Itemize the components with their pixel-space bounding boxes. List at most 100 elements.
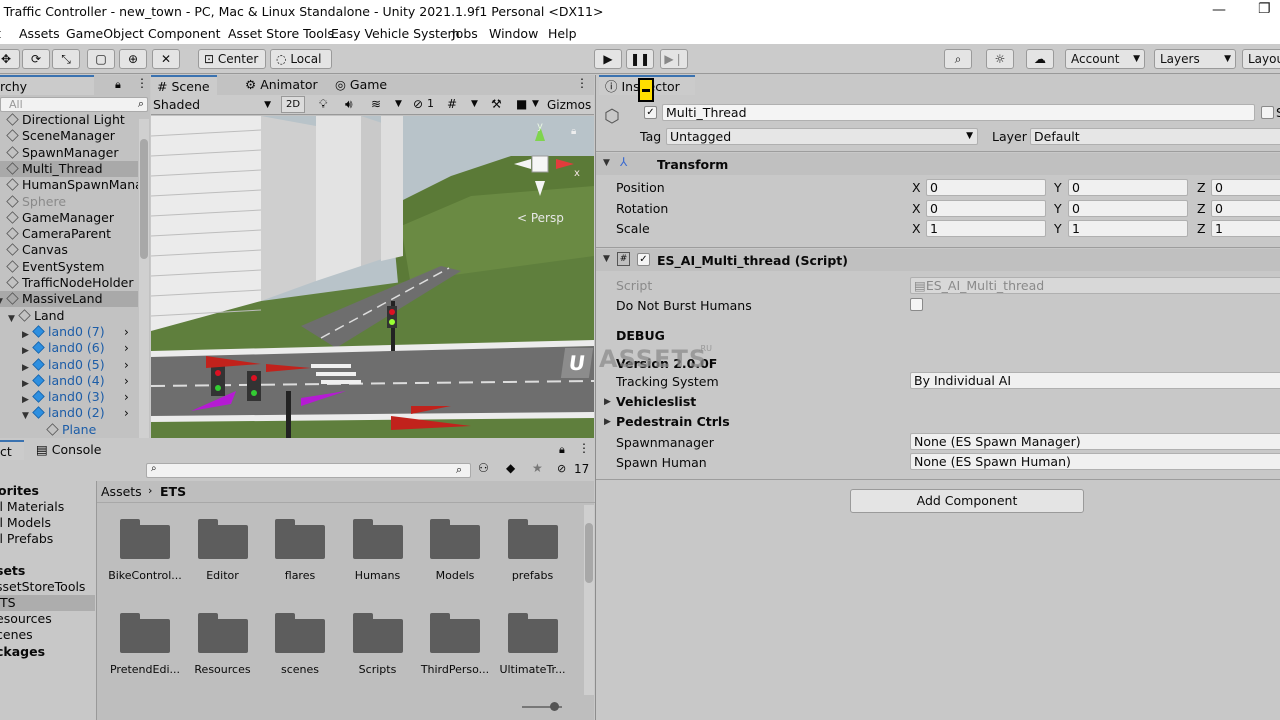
assets-folder-item[interactable]: ssetStoreTools [0,579,85,595]
hierarchy-item[interactable]: ▼MassiveLand [0,291,138,308]
folder-icon[interactable] [352,519,403,559]
transform-y-field[interactable]: 0 [1068,179,1188,196]
pedestrian-ctrls-foldout[interactable]: Pedestrain Ctrls [616,414,730,429]
hidden-objects-icon[interactable]: ⊘ [413,97,423,111]
lock-icon[interactable]: 🔒︎ [571,126,576,137]
hierarchy-item[interactable]: TrafficNodeHolder [0,275,138,291]
component-enabled-checkbox[interactable]: ✓ [637,253,650,266]
favorites-item[interactable]: ll Models [0,515,51,531]
folder-label[interactable]: Humans [338,569,418,582]
breadcrumb-ets[interactable]: ETS [160,484,186,499]
folder-label[interactable]: UltimateTr... [493,663,573,676]
assets-header[interactable]: sets [0,563,25,579]
kebab-menu-icon[interactable]: ⋮ [578,441,590,455]
audio-icon[interactable]: 🔊︎ [345,97,353,112]
transform-x-field[interactable]: 0 [926,199,1046,217]
chevron-right-icon[interactable]: › [124,324,129,340]
search-icon[interactable]: ⌕ [944,49,972,69]
tab-game[interactable]: ◎ Game [329,75,393,95]
menu-easy-vehicle-system[interactable]: Easy Vehicle System [331,26,460,41]
folder-icon[interactable] [507,519,558,559]
hidden-packages-icon[interactable]: ⊘ [557,462,566,475]
chevron-right-icon[interactable]: › [124,389,129,405]
zoom-slider-thumb[interactable] [550,702,559,711]
menu-jobs[interactable]: Jobs [452,26,478,41]
folder-icon[interactable] [197,519,248,559]
hierarchy-item[interactable]: ▼ Land [0,308,138,324]
scene-render[interactable]: y x [151,116,594,438]
chevron-right-icon[interactable]: › [124,340,129,356]
script-reference-field[interactable]: ▤ES_AI_Multi_thread [910,277,1280,294]
chevron-down-icon[interactable]: ▼ [471,99,478,109]
chevron-right-icon[interactable]: › [124,357,129,373]
hierarchy-item[interactable]: EventSystem [0,259,138,275]
transform-y-field[interactable]: 1 [1068,220,1188,237]
object-name-field[interactable]: Multi_Thread [662,104,1255,121]
lock-icon[interactable]: 🔒︎ [559,443,565,457]
folder-icon[interactable] [507,613,558,653]
layout-dropdown[interactable]: Layou [1242,49,1280,69]
lock-icon[interactable]: 🔒︎ [115,78,121,92]
hierarchy-item[interactable]: GameManager [0,210,138,226]
folder-label[interactable]: Models [415,569,495,582]
static-checkbox[interactable] [1261,106,1274,119]
kebab-menu-icon[interactable]: ⋮ [576,76,588,90]
folder-icon[interactable] [197,613,248,653]
folder-label[interactable]: Resources [183,663,263,676]
tab-project[interactable]: ct [0,440,24,460]
chevron-right-icon[interactable]: ▶ [604,397,611,407]
transform-tool-icon[interactable]: ⊕ [119,49,147,69]
folder-icon[interactable] [275,519,325,559]
hierarchy-item[interactable]: HumanSpawnMana [0,177,138,193]
minimize-icon[interactable]: — [1212,2,1226,18]
grid-icon[interactable]: # [447,97,457,111]
hierarchy-item[interactable]: Plane [0,422,138,438]
folder-label[interactable]: scenes [260,663,340,676]
folder-label[interactable]: PretendEdi... [105,663,185,676]
add-component-button[interactable]: Add Component [850,489,1084,513]
transform-z-field[interactable]: 1 [1211,220,1280,237]
label-icon[interactable]: ◆ [506,461,515,475]
hierarchy-item[interactable]: ▼ land0 (2) › [0,405,138,421]
transform-x-field[interactable]: 1 [926,220,1046,237]
transform-x-field[interactable]: 0 [926,179,1046,196]
maximize-icon[interactable]: ❐ [1258,1,1271,17]
menu-gameobject[interactable]: GameObject [66,26,144,41]
tracking-system-dropdown[interactable]: By Individual AI [910,372,1280,389]
spawnmanager-field[interactable]: None (ES Spawn Manager) [910,433,1280,450]
script-component-header[interactable]: ▼ # ✓ ES_AI_Multi_thread (Script) [596,249,1280,271]
layer-dropdown[interactable]: Default [1030,128,1280,145]
chevron-right-icon[interactable]: › [124,405,129,421]
hierarchy-item[interactable]: SceneManager [0,128,138,144]
menu-window[interactable]: Window [489,26,538,41]
assets-folder-item-selected[interactable]: TS [0,595,95,611]
scrollbar-thumb[interactable] [140,139,148,259]
favorites-item[interactable]: ll Materials [0,499,64,515]
folder-label[interactable]: flares [260,569,340,582]
active-checkbox[interactable]: ✓ [644,106,657,119]
folder-icon[interactable] [120,519,170,559]
kebab-menu-icon[interactable]: ⋮ [136,76,148,90]
hierarchy-item[interactable]: ▶ land0 (3) › [0,389,138,405]
favorites-header[interactable]: orites [0,483,39,499]
favorites-item[interactable]: ll Prefabs [0,531,53,547]
cloud-icon[interactable]: ☁ [1026,49,1054,69]
2d-toggle[interactable]: 2D [281,96,305,113]
transform-z-field[interactable]: 0 [1211,199,1280,217]
rect-tool-icon[interactable]: ▢ [87,49,115,69]
chevron-down-icon[interactable]: ▼ [395,99,402,109]
hierarchy-item[interactable]: ▶ land0 (6) › [0,340,138,356]
play-button[interactable]: ▶ [594,49,622,69]
folder-icon[interactable] [430,613,480,653]
menu-asset-store-tools[interactable]: Asset Store Tools [228,26,334,41]
folder-label[interactable]: Editor [183,569,263,582]
hierarchy-item[interactable]: ▶ land0 (5) › [0,357,138,373]
spawn-human-field[interactable]: None (ES Spawn Human) [910,453,1280,470]
settings-icon[interactable]: ☼ [986,49,1014,69]
account-dropdown[interactable]: Account ▼ [1065,49,1145,69]
tab-console[interactable]: ▤ Console [30,440,107,460]
move-tool-icon[interactable]: ✥ [0,49,20,69]
gizmos-dropdown[interactable]: Gizmos [547,96,594,114]
folder-label[interactable]: Scripts [338,663,418,676]
chevron-right-icon[interactable]: › [124,373,129,389]
